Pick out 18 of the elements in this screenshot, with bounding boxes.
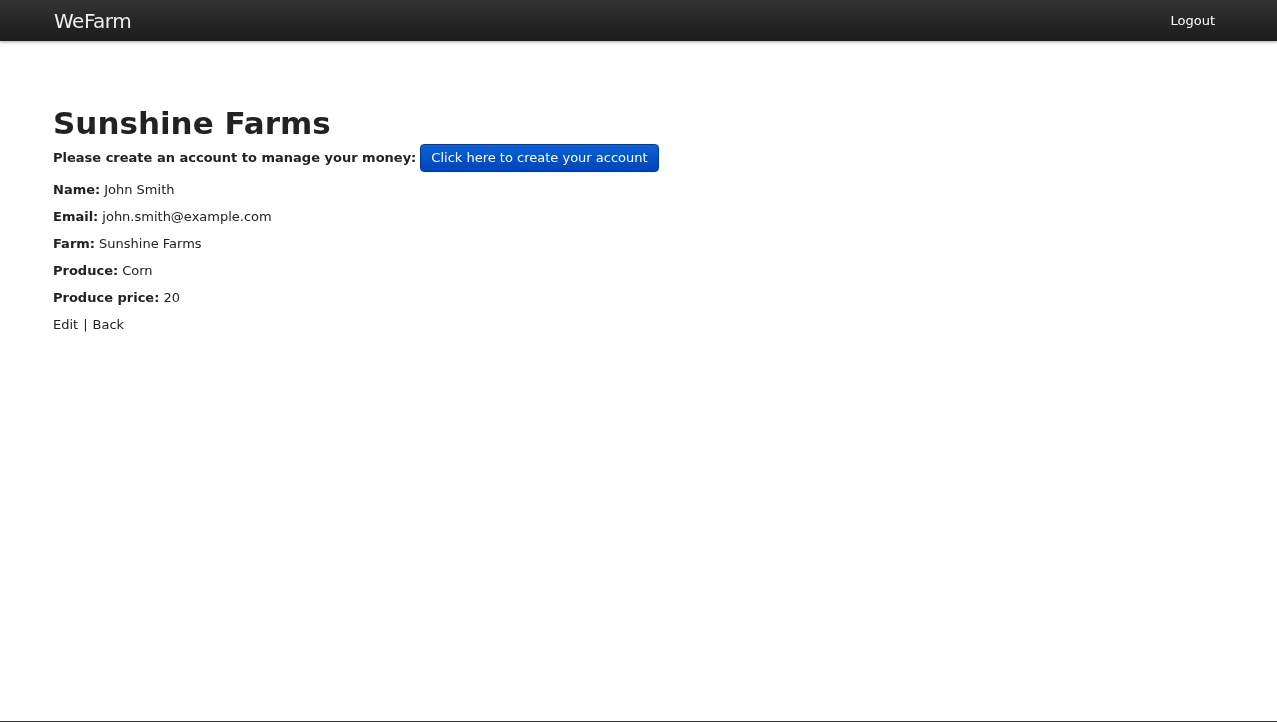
field-value: Sunshine Farms [99,234,202,253]
field-label: Name: [53,180,101,199]
field-label: Produce: [53,261,119,280]
logout-link[interactable]: Logout [1170,10,1215,31]
field-label: Produce price: [53,288,160,307]
edit-link[interactable]: Edit [53,314,79,335]
link-separator: | [83,315,88,334]
field-label: Email: [53,207,99,226]
field-label: Farm: [53,234,96,253]
field-value: Corn [122,261,153,280]
back-link[interactable]: Back [92,314,125,335]
page-title: Sunshine Farms [53,104,332,143]
field-value: John Smith [104,180,175,199]
account-prompt: Please create an account to manage your money: [53,149,417,168]
field-value: 20 [163,288,180,307]
field-value: john.smith@example.com [102,207,272,226]
brand-link[interactable]: WeFarm [54,5,132,36]
create-account-button[interactable]: Click here to create your account [420,144,659,172]
